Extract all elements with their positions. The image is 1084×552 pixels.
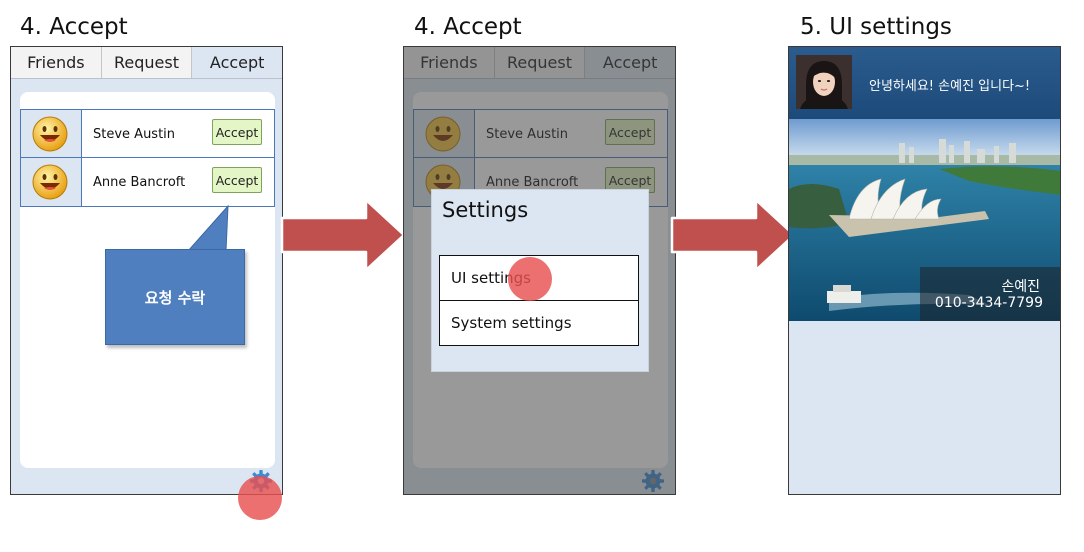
avatar[interactable] <box>796 55 852 109</box>
phone-screen-ui-settings: 안녕하세요! 손예진 입니다~! 손예진 010-3434-7799 <box>788 46 1061 495</box>
profile-header: 안녕하세요! 손예진 입니다~! <box>789 47 1060 119</box>
contact-phone: 010-3434-7799 <box>934 295 1043 311</box>
system-settings-option[interactable]: System settings <box>439 300 639 346</box>
name-cell: Anne Bancroft Accept <box>82 158 274 206</box>
tab-request[interactable]: Request <box>101 47 193 78</box>
greeting-message: 안녕하세요! 손예진 입니다~! <box>869 79 1031 94</box>
right-arrow-icon <box>280 198 406 272</box>
avatar-cell <box>21 158 82 206</box>
tap-indicator <box>238 476 282 520</box>
dialog-title: Settings <box>442 198 529 222</box>
tab-friends[interactable]: Friends <box>11 47 102 78</box>
step-title-accept-2: 4. Accept <box>414 14 522 40</box>
callout-pointer <box>186 204 229 252</box>
step-title-accept-1: 4. Accept <box>20 14 128 40</box>
list-item: Anne Bancroft Accept <box>21 158 274 206</box>
accept-button[interactable]: Accept <box>212 119 262 145</box>
tab-bar: Friends Request Accept <box>11 47 282 79</box>
right-arrow-icon <box>670 198 796 272</box>
friend-request-list: Steve Austin Accept Anne Bancroft Accept <box>20 109 275 207</box>
friend-name: Steve Austin <box>93 127 176 142</box>
tap-indicator <box>508 257 552 301</box>
list-item: Steve Austin Accept <box>21 110 274 158</box>
accept-button[interactable]: Accept <box>212 167 262 193</box>
settings-body <box>789 321 1060 494</box>
callout-accept-request: 요청 수락 <box>105 249 245 345</box>
smiley-face-icon <box>32 116 68 152</box>
name-cell: Steve Austin Accept <box>82 110 274 157</box>
profile-photo <box>796 55 852 109</box>
contact-name: 손예진 <box>1001 279 1040 295</box>
friend-name: Anne Bancroft <box>93 175 186 190</box>
avatar-cell <box>21 110 82 157</box>
step-title-ui-settings: 5. UI settings <box>800 14 952 40</box>
tab-accept[interactable]: Accept <box>192 47 282 78</box>
smiley-face-icon <box>32 164 68 200</box>
